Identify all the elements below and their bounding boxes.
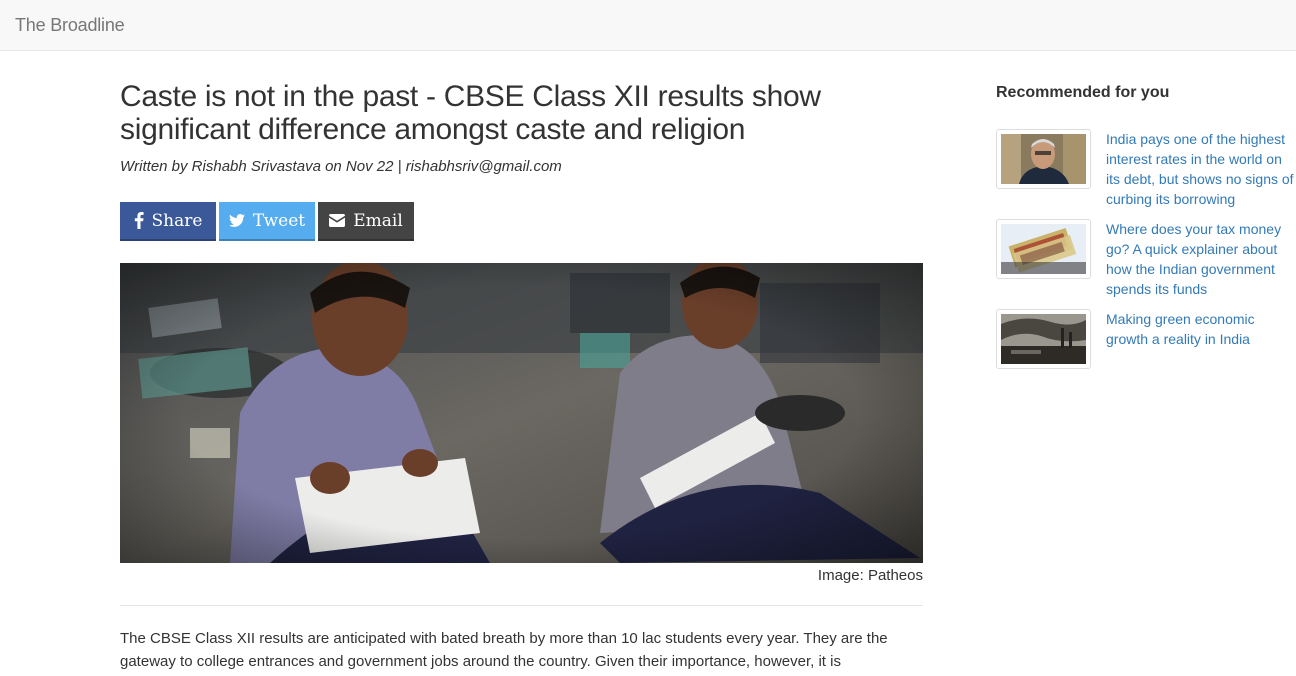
email-share-button[interactable]: Email [318,202,414,241]
facebook-share-button[interactable]: Share [120,202,216,241]
envelope-icon [329,214,346,227]
article-title: Caste is not in the past - CBSE Class XI… [120,80,821,146]
facebook-share-label: Share [151,210,203,231]
recommended-link[interactable]: India pays one of the highest interest r… [1106,129,1296,209]
divider [120,605,923,606]
article-body: The CBSE Class XII results are anticipat… [120,630,888,670]
email-share-label: Email [353,210,403,231]
twitter-tweet-button[interactable]: Tweet [219,202,315,241]
recommended-thumbnail[interactable] [996,129,1091,189]
politician-portrait-thumbnail [1001,134,1086,184]
site-brand-link[interactable]: The Broadline [15,15,125,36]
share-buttons: Share Tweet Email [120,202,520,241]
recommended-link[interactable]: Where does your tax money go? A quick ex… [1106,219,1296,299]
article: Caste is not in the past - CBSE Class XI… [120,80,923,670]
recommended-link[interactable]: Making green economic growth a reality i… [1106,309,1296,349]
twitter-tweet-label: Tweet [252,210,306,231]
hero-image [120,263,923,563]
sidebar: Recommended for you India pays one of th… [996,84,1296,369]
recommended-thumbnail[interactable] [996,309,1091,369]
children-studying-photo [120,263,923,563]
currency-notes-thumbnail [1001,224,1086,274]
navbar: The Broadline [0,0,1296,51]
image-caption: Image: Patheos [817,567,923,584]
sidebar-heading: Recommended for you [996,84,1170,101]
recommended-thumbnail[interactable] [996,219,1091,279]
industrial-smoke-thumbnail [1001,314,1086,364]
twitter-icon [228,214,245,227]
facebook-icon [134,212,144,229]
article-byline: Written by Rishabh Srivastava on Nov 22 … [120,158,562,175]
